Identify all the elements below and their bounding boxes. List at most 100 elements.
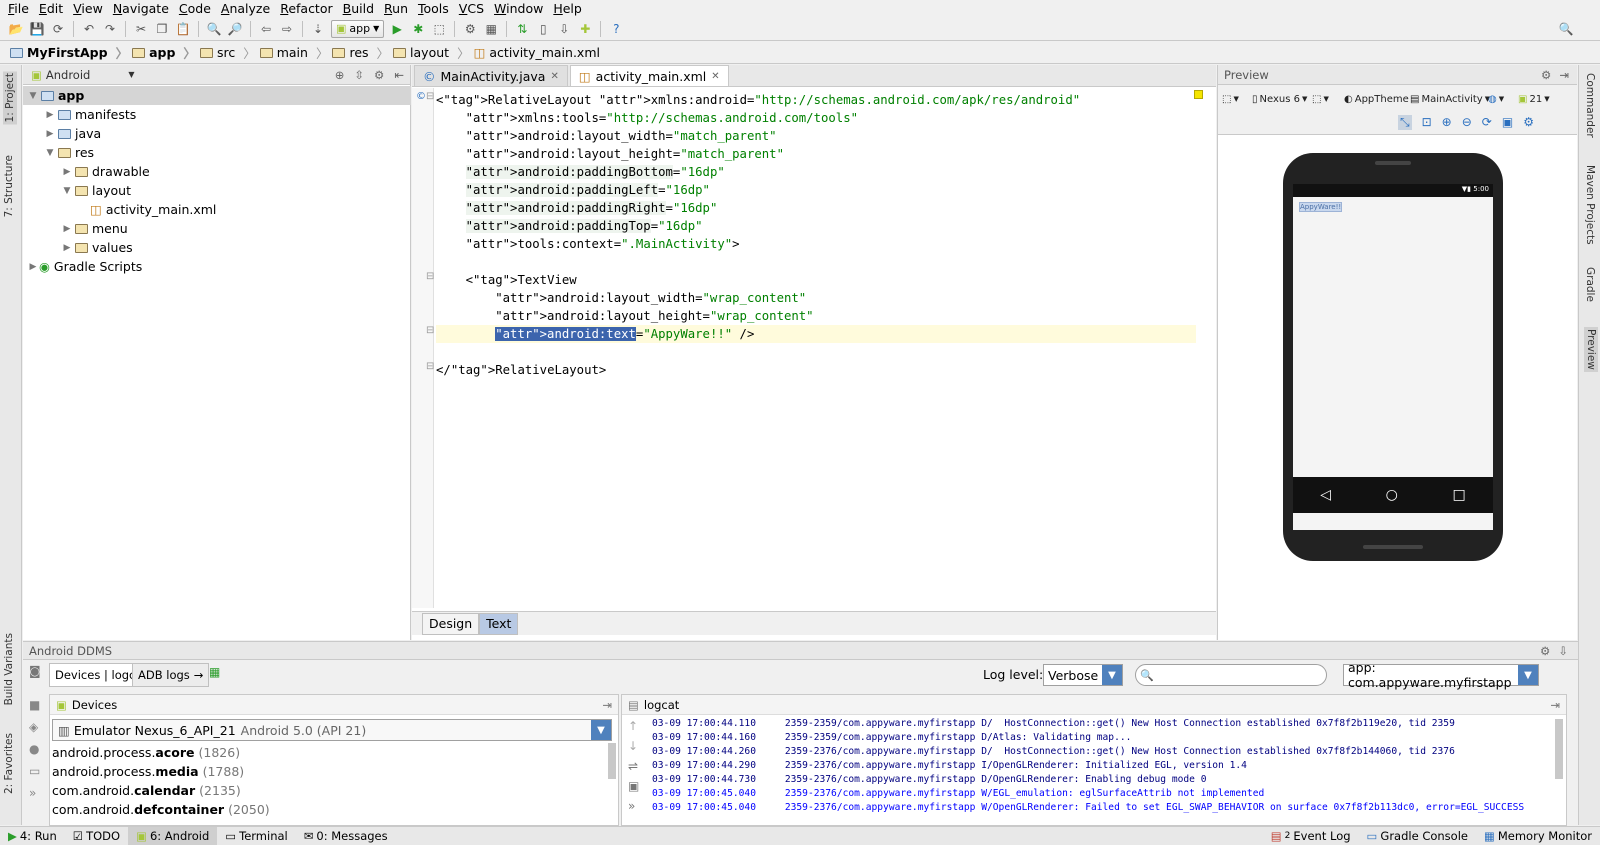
code-line[interactable]: "attr">android:paddingLeft="16dp"	[436, 181, 1196, 199]
find-icon[interactable]: 🔍	[206, 21, 222, 37]
project-view-select[interactable]: Android	[46, 68, 90, 82]
code-line[interactable]: "attr">android:layout_height="match_pare…	[436, 145, 1196, 163]
scroll-down-icon[interactable]: ↓	[628, 739, 638, 753]
zoom-actual-icon[interactable]: ⤡	[1398, 114, 1412, 130]
cut-icon[interactable]: ✂	[133, 21, 149, 37]
tab-project[interactable]: 1: Project	[3, 71, 17, 125]
close-icon[interactable]: ✕	[550, 71, 558, 82]
tab-mainactivity-java[interactable]: © MainActivity.java ✕	[414, 65, 568, 86]
clear-log-icon[interactable]: ▣	[628, 779, 639, 793]
breadcrumb-item[interactable]: ◫ activity_main.xml	[474, 45, 604, 60]
undo-icon[interactable]: ↶	[81, 21, 97, 37]
tree-item[interactable]: ▼ layout	[23, 181, 411, 200]
fold-icon[interactable]: ⊟	[426, 361, 434, 372]
code-line[interactable]: "attr">android:text="AppyWare!!" />	[436, 325, 1196, 343]
open-icon[interactable]: 📂	[8, 21, 24, 37]
menu-refactor[interactable]: Refactor	[280, 1, 332, 16]
code-line[interactable]: <"tag">RelativeLayout "attr">xmlns:andro…	[436, 91, 1196, 109]
back-icon[interactable]: ⇦	[258, 21, 274, 37]
code-line[interactable]: "attr">android:paddingTop="16dp"	[436, 217, 1196, 235]
breadcrumb-item[interactable]: app 〉	[132, 43, 200, 62]
tree-item[interactable]: ▼ res	[23, 143, 411, 162]
code-line[interactable]: </"tag">RelativeLayout>	[436, 361, 1196, 379]
menu-code[interactable]: Code	[179, 1, 211, 16]
avd-manager-icon[interactable]: ▯	[535, 21, 551, 37]
fold-icon[interactable]: ⊟	[426, 325, 434, 336]
gradle-sync-icon[interactable]: ⇅	[514, 21, 530, 37]
process-item[interactable]: com.android. defcontainer (2050)	[52, 800, 270, 819]
breadcrumb-item[interactable]: src 〉	[199, 43, 260, 62]
code-area[interactable]: <"tag">RelativeLayout "attr">xmlns:andro…	[436, 88, 1196, 608]
tab-adb-logs[interactable]: ADB logs →	[132, 663, 210, 687]
collapse-arrow-icon[interactable]: ▶	[61, 224, 73, 234]
toolwindow-memory-monitor[interactable]: ▦ Memory Monitor	[1476, 827, 1600, 845]
menu-tools[interactable]: Tools	[418, 1, 449, 16]
forward-icon[interactable]: ⇨	[279, 21, 295, 37]
replace-icon[interactable]: 🔎	[227, 21, 243, 37]
run-config-select[interactable]: ▣ app ▼	[331, 19, 385, 38]
menu-edit[interactable]: Edit	[39, 1, 63, 16]
tree-item[interactable]: ▼ app	[23, 86, 411, 105]
layout-select[interactable]: ⬚ ▼	[1222, 90, 1239, 108]
project-structure-icon[interactable]: ▦	[483, 21, 499, 37]
make-icon[interactable]: ⇣	[310, 21, 326, 37]
code-line[interactable]: "attr">tools:context=".MainActivity">	[436, 235, 1196, 253]
locale-select[interactable]: ◍ ▼	[1488, 90, 1504, 108]
process-item[interactable]: com.android. calendar (2135)	[52, 781, 241, 800]
process-item[interactable]: android.process. acore (1826)	[52, 743, 240, 762]
breadcrumb-item[interactable]: main 〉	[259, 43, 333, 62]
tab-gradle[interactable]: Gradle	[1584, 267, 1596, 302]
breadcrumb-item[interactable]: MyFirstApp 〉	[10, 43, 132, 62]
tab-build-variants[interactable]: Build Variants	[3, 633, 15, 705]
breadcrumb-item[interactable]: layout 〉	[393, 43, 474, 62]
refresh-icon[interactable]: ⟳	[1482, 115, 1492, 129]
toolwindow-gradle-console[interactable]: ▭ Gradle Console	[1359, 827, 1476, 845]
code-line[interactable]: "attr">android:paddingRight="16dp"	[436, 199, 1196, 217]
tree-item[interactable]: ▶ java	[23, 124, 411, 143]
menu-view[interactable]: View	[73, 1, 103, 16]
sync-icon[interactable]: ⟳	[50, 21, 66, 37]
menu-vcs[interactable]: VCS	[459, 1, 484, 16]
pin-icon[interactable]: ⇥	[602, 698, 612, 712]
tree-item[interactable]: ▶ ◉ Gradle Scripts	[23, 257, 411, 276]
collapse-arrow-icon[interactable]: ▶	[61, 243, 73, 253]
toolwindow-6-android[interactable]: ▣ 6: Android	[128, 826, 218, 845]
restore-layout-icon[interactable]: ▦	[209, 665, 220, 679]
toolwindow-todo[interactable]: ☑ TODO	[65, 827, 128, 845]
settings-icon[interactable]: ⚙	[462, 21, 478, 37]
run-icon[interactable]: ▶	[389, 21, 405, 37]
code-line[interactable]: "attr">android:paddingBottom="16dp"	[436, 163, 1196, 181]
zoom-in-icon[interactable]: ⊕	[1442, 115, 1452, 129]
debug-icon[interactable]: ✱	[410, 21, 426, 37]
code-line[interactable]: "attr">android:layout_width="wrap_conten…	[436, 289, 1196, 307]
breadcrumb-item[interactable]: res 〉	[332, 43, 393, 62]
toolwindow-event-log[interactable]: ▤ 2 Event Log	[1263, 827, 1359, 845]
code-line[interactable]	[436, 343, 1196, 361]
camera-icon[interactable]: ◙	[29, 664, 41, 678]
help-icon[interactable]: ?	[608, 21, 624, 37]
tab-commander[interactable]: Commander	[1584, 73, 1596, 138]
attach-debugger-icon[interactable]: ⬚	[431, 21, 447, 37]
pin-icon[interactable]: ⇥	[1550, 698, 1560, 712]
collapse-arrow-icon[interactable]: ▶	[44, 110, 56, 120]
orientation-select[interactable]: ⬚ ▼	[1312, 90, 1329, 108]
tab-design[interactable]: Design	[422, 612, 480, 635]
search-everywhere-icon[interactable]: 🔍	[1558, 21, 1574, 37]
gear-icon[interactable]: ⚙	[1540, 644, 1550, 658]
tree-item[interactable]: ▶ menu	[23, 219, 411, 238]
toolwindow-0-messages[interactable]: ✉ 0: Messages	[296, 827, 396, 845]
code-line[interactable]: "attr">android:layout_height="wrap_conte…	[436, 307, 1196, 325]
expand-icon[interactable]: »	[29, 786, 36, 800]
log-level-select[interactable]: Verbose ▼	[1043, 664, 1123, 686]
android-monitor-icon[interactable]: ✚	[577, 21, 593, 37]
code-line[interactable]: "attr">xmlns:tools="http://schemas.andro…	[436, 109, 1196, 127]
device-select[interactable]: ▯ Nexus 6 ▼	[1252, 90, 1307, 108]
tab-structure[interactable]: 7: Structure	[3, 155, 15, 217]
menu-build[interactable]: Build	[343, 1, 374, 16]
api-select[interactable]: ▣ 21 ▼	[1518, 90, 1550, 108]
expand-arrow-icon[interactable]: ▼	[27, 91, 39, 101]
theme-select[interactable]: ◐ AppTheme	[1344, 90, 1409, 108]
menu-file[interactable]: File	[8, 1, 29, 16]
scroll-up-icon[interactable]: ↑	[628, 719, 638, 733]
menu-navigate[interactable]: Navigate	[113, 1, 169, 16]
